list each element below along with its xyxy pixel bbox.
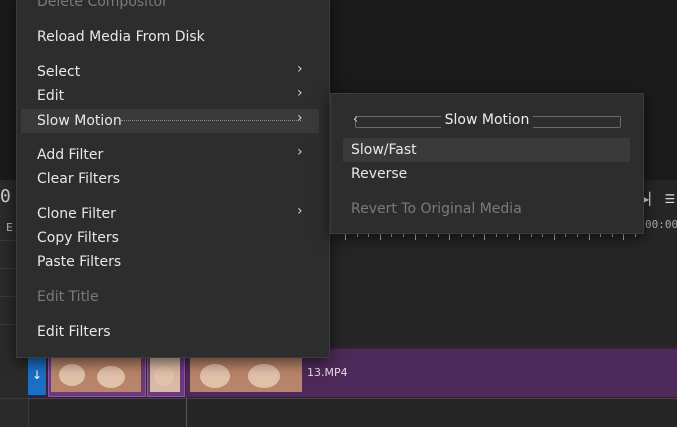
ruler-time-label: 00:00 [645, 218, 677, 231]
track-divider [28, 398, 677, 399]
menu-item-clone-filter[interactable]: Clone Filter [37, 203, 116, 225]
chevron-left-icon[interactable]: ‹ [353, 112, 358, 127]
chevron-right-icon: › [297, 144, 303, 160]
submenu-item-slow-fast[interactable]: Slow/Fast [351, 139, 417, 161]
menu-item-slow-motion[interactable]: Slow Motion [37, 110, 122, 132]
chevron-right-icon: › [297, 85, 303, 101]
menu-item-select[interactable]: Select [37, 61, 80, 83]
menu-item-edit[interactable]: Edit [37, 85, 64, 107]
slow-motion-submenu: Slow Motion ‹ Slow/Fast Reverse Revert T… [330, 93, 644, 234]
menu-item-copy-filters[interactable]: Copy Filters [37, 227, 119, 249]
track-target-icon[interactable]: ↓ [28, 355, 46, 395]
submenu-title: Slow Motion [331, 112, 643, 128]
submenu-item-reverse[interactable]: Reverse [351, 163, 407, 185]
menu-item-add-filter[interactable]: Add Filter [37, 144, 103, 166]
chevron-right-icon: › [297, 61, 303, 77]
menu-item-edit-title: Edit Title [37, 289, 99, 305]
menu-item-clear-filters[interactable]: Clear Filters [37, 168, 120, 190]
clip-thumbnail [150, 358, 180, 392]
chevron-right-icon: › [297, 203, 303, 219]
clip-thumbnail [190, 358, 302, 392]
clip-name: 13.MP4 [307, 366, 348, 379]
chevron-right-icon: › [297, 110, 303, 126]
menu-item-edit-filters[interactable]: Edit Filters [37, 321, 111, 343]
menu-item-delete-compositor: Delete Compositor [37, 0, 168, 10]
menu-item-reload-media[interactable]: Reload Media From Disk [37, 26, 205, 48]
menu-item-paste-filters[interactable]: Paste Filters [37, 251, 121, 273]
menu-lines-icon[interactable]: ☰ [664, 192, 675, 206]
clip-thumbnail [51, 358, 141, 392]
track-label: E [6, 221, 13, 234]
submenu-item-revert-original: Revert To Original Media [351, 201, 522, 217]
timeline-toolbar: ▶▏ ☰ [640, 190, 677, 208]
context-menu: Delete Compositor Reload Media From Disk… [16, 0, 330, 358]
